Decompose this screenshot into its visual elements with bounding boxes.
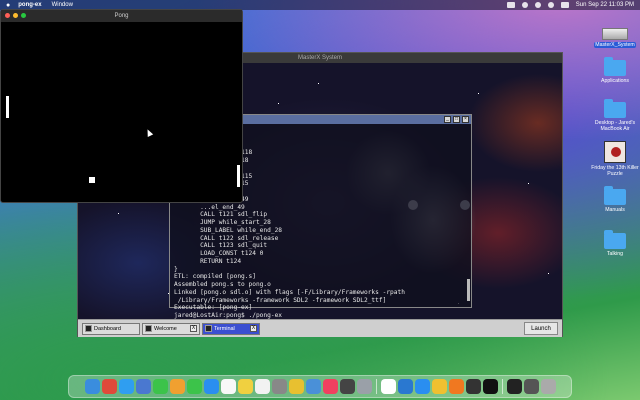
mail-icon[interactable] [135,379,151,394]
terminal-line: JUMP while_start_28 [174,219,271,226]
desktop-icon-masterx-system[interactable]: MasterX_System [587,28,640,48]
terminal-line: SUB_LABEL while_end_28 [174,226,283,234]
terminal-line: Assembled pong.s to pong.o [174,281,271,288]
cat-viewer-icon[interactable] [356,379,372,394]
pong-titlebar[interactable]: Pong [1,10,242,22]
terminal-icon [205,325,212,332]
menubar-clock[interactable]: Sun Sep 22 11:03 PM [576,2,634,8]
zoom-icon[interactable] [21,13,26,18]
terminal-line: LOAD_CONST t124 0 [174,250,264,257]
app-icon[interactable] [465,379,481,394]
app-menu[interactable]: pong-ex [18,2,41,8]
terminal-scrollbar[interactable] [467,125,470,307]
minimize-icon[interactable] [13,13,18,18]
desktop-icon-applications[interactable]: Applications [587,57,640,84]
battery-icon[interactable] [506,2,515,8]
terminal-line: RETURN t124 [174,257,242,265]
xcode-icon[interactable] [414,379,430,394]
terminal-line: ETL: compiled [pong.s] [174,273,256,281]
dashboard-icon [85,325,92,332]
terminal-line: CALL t122 sdl_release [174,234,279,242]
pong-window[interactable]: Pong [0,9,243,203]
maximize-icon[interactable]: □ [453,116,460,123]
bluetooth-icon[interactable] [521,2,528,8]
dock-separator [375,379,377,394]
textedit-icon[interactable] [380,379,396,394]
welcome-icon [145,325,152,332]
terminal-line: /Library/Frameworks -framework SDL2 -fra… [174,296,387,304]
close-welcome-button[interactable]: X [190,325,197,332]
terminal-line: Linked [pong.o sdl.o] with flags [-F/Lib… [174,288,405,296]
launch-button[interactable]: Launch [524,322,558,335]
reminders-icon[interactable] [254,379,270,394]
task-welcome[interactable]: Welcome X [142,322,200,335]
desktop-icon-talking[interactable]: Talking [587,230,640,257]
window-controls [5,13,26,18]
close-icon[interactable]: × [462,116,469,123]
launchpad-icon[interactable] [101,379,117,394]
control-center-icon[interactable] [560,2,569,8]
finder-icon[interactable] [84,379,100,394]
terminal-line: } [174,265,178,273]
dock [68,375,572,398]
task-label: Welcome [154,325,177,332]
apple-menu-icon[interactable]: ● [6,2,10,9]
desktop-icon-manuals[interactable]: Manuals [587,186,640,213]
ball [89,177,95,183]
calendar-icon[interactable] [220,379,236,394]
vlc-icon[interactable] [448,379,464,394]
safari-icon[interactable] [118,379,134,394]
drive-icon [602,28,628,40]
notes-icon[interactable] [237,379,253,394]
terminal-line: CALL t123 sdl_quit [174,242,268,250]
dock-separator [501,379,503,394]
terminal-line: CALL t121 sdl_flip [174,211,268,219]
right-paddle [237,165,240,187]
folder-icon [604,99,626,118]
folder-icon [604,230,626,249]
status-area: Sun Sep 22 11:03 PM [506,2,634,8]
close-icon[interactable] [5,13,10,18]
messages-icon[interactable] [152,379,168,394]
left-paddle [6,96,9,118]
folder-icon [604,186,626,205]
task-terminal[interactable]: Terminal X [202,322,260,335]
notes2-icon[interactable] [431,379,447,394]
facetime-icon[interactable] [186,379,202,394]
minimize-icon[interactable]: _ [444,116,451,123]
terminal-icon[interactable] [506,379,522,394]
mouse-cursor-icon [144,128,154,137]
puzzle-app-icon [604,141,626,163]
scroll-thumb[interactable] [467,279,470,301]
terminal-line: Executable: [pong-ex] [174,304,253,312]
folder-icon [604,57,626,76]
task-label: Terminal [214,325,235,332]
desktop-icon-puzzle[interactable]: Friday the 13th Killer Puzzle [587,141,640,177]
x-icon[interactable] [482,379,498,394]
music-icon[interactable] [322,379,338,394]
close-terminal-button[interactable]: X [250,325,257,332]
chrome-icon[interactable] [288,379,304,394]
trash-icon[interactable] [540,379,556,394]
task-dashboard[interactable]: Dashboard [82,322,140,335]
terminal-line: jared@LostAir:pong$ ./pong-ex [174,312,283,319]
desktop-icon-desktop[interactable]: Desktop - Jared's MacBook Air [587,99,640,132]
appstore-icon[interactable] [203,379,219,394]
terminal-line: ...el_end_49 [174,203,245,211]
search-icon[interactable] [547,2,554,8]
wifi-icon[interactable] [534,2,541,8]
console-icon[interactable] [523,379,539,394]
settings-icon[interactable] [271,379,287,394]
activity-icon[interactable] [339,379,355,394]
pong-title: Pong [114,13,129,19]
photos-icon[interactable] [169,379,185,394]
vscode-icon[interactable] [397,379,413,394]
preview-icon[interactable] [305,379,321,394]
task-label: Dashboard [94,325,121,332]
window-menu[interactable]: Window [52,2,73,8]
